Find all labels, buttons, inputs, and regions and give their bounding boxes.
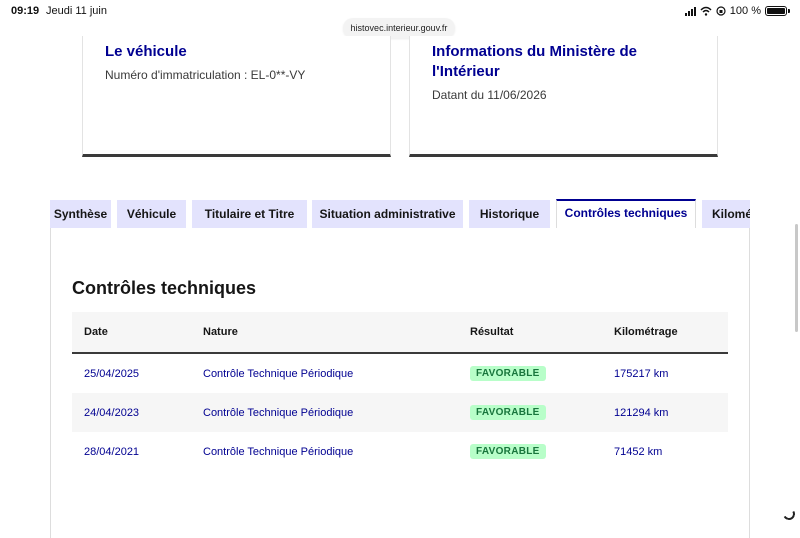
result-badge: FAVORABLE xyxy=(470,405,546,420)
loading-spinner-icon xyxy=(781,506,797,522)
row-nature: Contrôle Technique Périodique xyxy=(203,445,354,458)
row-nature: Contrôle Technique Périodique xyxy=(203,367,354,380)
tab-titulaire[interactable]: Titulaire et Titre xyxy=(192,200,307,228)
url-bar[interactable]: histovec.interieur.gouv.fr xyxy=(343,18,455,38)
result-badge: FAVORABLE xyxy=(470,444,546,459)
status-date: Jeudi 11 juin xyxy=(46,5,107,17)
col-nature: Nature xyxy=(191,312,458,354)
status-indicators: 100 % xyxy=(684,5,790,17)
col-kilometrage: Kilométrage xyxy=(602,312,728,354)
table-row: 28/04/2021 Contrôle Technique Périodique… xyxy=(72,432,728,471)
tab-list: Synthèse Véhicule Titulaire et Titre Sit… xyxy=(50,199,750,228)
battery-icon xyxy=(765,6,787,16)
tab-vehicule[interactable]: Véhicule xyxy=(117,200,186,228)
row-km: 71452 km xyxy=(614,445,663,458)
battery-percent: 100 % xyxy=(729,5,761,17)
tab-controles-techniques[interactable]: Contrôles techniques xyxy=(556,199,696,228)
row-date: 24/04/2023 xyxy=(72,393,191,432)
status-time: 09:19 xyxy=(11,5,40,17)
wifi-icon xyxy=(700,6,712,16)
col-date: Date xyxy=(72,312,191,354)
plate-number: Numéro d'immatriculation : EL-0**-VY xyxy=(105,68,306,82)
result-badge: FAVORABLE xyxy=(470,366,546,381)
section-title: Contrôles techniques xyxy=(72,278,257,298)
orientation-lock-icon xyxy=(716,6,726,16)
ct-panel: Contrôles techniques Date Nature Résulta… xyxy=(50,228,750,538)
row-date: 25/04/2025 xyxy=(84,367,140,380)
tab-synthese[interactable]: Synthèse xyxy=(50,200,111,228)
table-row: 24/04/2023 Contrôle Technique Périodique… xyxy=(72,393,728,432)
vehicle-card: Le véhicule Numéro d'immatriculation : E… xyxy=(82,36,391,157)
ct-table: Date Nature Résultat Kilométrage 25/04/2… xyxy=(72,312,728,471)
vehicle-card-title: Le véhicule xyxy=(105,43,187,60)
table-row: 25/04/2025 Contrôle Technique Périodique… xyxy=(72,353,728,393)
col-resultat: Résultat xyxy=(458,312,602,354)
tab-historique[interactable]: Historique xyxy=(469,200,550,228)
row-date: 28/04/2021 xyxy=(84,445,140,458)
row-nature: Contrôle Technique Périodique xyxy=(191,393,458,432)
ministry-card: Informations du Ministère de l'Intérieur… xyxy=(409,36,718,157)
row-km: 175217 km xyxy=(614,367,669,380)
ministry-card-title: Informations du Ministère de l'Intérieur xyxy=(432,43,638,80)
page-scrollbar[interactable] xyxy=(795,224,798,332)
cellular-signal-icon xyxy=(684,6,696,16)
row-km: 121294 km xyxy=(602,393,728,432)
ministry-date: Datant du 11/06/2026 xyxy=(432,88,547,102)
tab-situation-administrative[interactable]: Situation administrative xyxy=(312,200,463,228)
tab-kilometrage[interactable]: Kilométrage xyxy=(702,200,750,228)
